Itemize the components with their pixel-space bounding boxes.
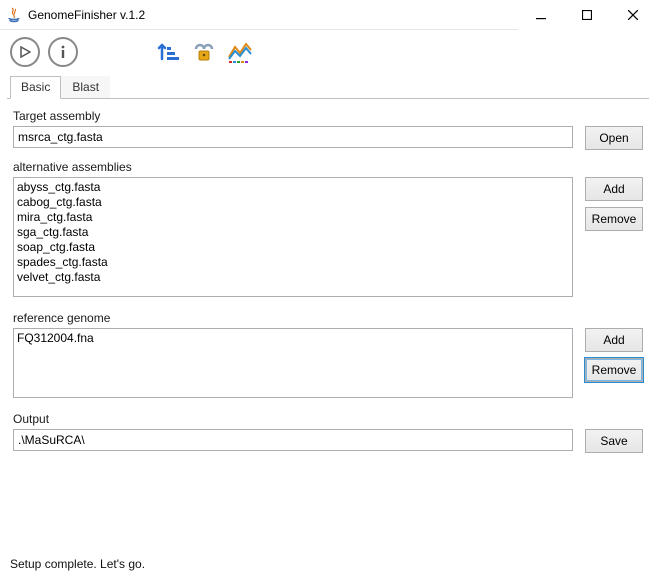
chart-button[interactable]	[226, 38, 254, 66]
section-target: Target assembly Open	[13, 109, 643, 150]
label-target: Target assembly	[13, 109, 643, 123]
section-output: Output Save	[13, 412, 643, 453]
java-app-icon	[6, 7, 22, 23]
label-alt: alternative assemblies	[13, 160, 643, 174]
alt-remove-button[interactable]: Remove	[585, 207, 643, 231]
label-output: Output	[13, 412, 643, 426]
list-item[interactable]: sga_ctg.fasta	[17, 225, 569, 240]
info-icon	[57, 44, 69, 60]
section-alt: alternative assemblies abyss_ctg.fastaca…	[13, 160, 643, 297]
tab-bar: Basic Blast	[0, 74, 656, 98]
line-chart-icon	[227, 39, 253, 65]
minimize-button[interactable]	[518, 0, 564, 30]
maximize-button[interactable]	[564, 0, 610, 30]
tab-basic[interactable]: Basic	[10, 76, 61, 99]
list-item[interactable]: FQ312004.fna	[17, 331, 569, 346]
list-item[interactable]: velvet_ctg.fasta	[17, 270, 569, 285]
titlebar: GenomeFinisher v.1.2	[0, 0, 656, 30]
lock-link-button[interactable]	[190, 38, 218, 66]
open-button[interactable]: Open	[585, 126, 643, 150]
play-icon	[19, 46, 31, 58]
panel-basic: Target assembly Open alternative assembl…	[7, 98, 649, 459]
list-item[interactable]: mira_ctg.fasta	[17, 210, 569, 225]
label-ref: reference genome	[13, 311, 643, 325]
alt-listbox[interactable]: abyss_ctg.fastacabog_ctg.fastamira_ctg.f…	[13, 177, 573, 297]
section-ref: reference genome FQ312004.fna Add Remove	[13, 311, 643, 398]
ref-add-button[interactable]: Add	[585, 328, 643, 352]
bars-up-icon	[155, 39, 181, 65]
close-button[interactable]	[610, 0, 656, 30]
list-item[interactable]: abyss_ctg.fasta	[17, 180, 569, 195]
tab-blast[interactable]: Blast	[61, 76, 110, 98]
alt-add-button[interactable]: Add	[585, 177, 643, 201]
list-item[interactable]: cabog_ctg.fasta	[17, 195, 569, 210]
ref-listbox[interactable]: FQ312004.fna	[13, 328, 573, 398]
sort-button[interactable]	[154, 38, 182, 66]
lock-link-icon	[191, 39, 217, 65]
save-button[interactable]: Save	[585, 429, 643, 453]
ref-remove-button[interactable]: Remove	[585, 358, 643, 382]
target-input[interactable]	[13, 126, 573, 148]
list-item[interactable]: soap_ctg.fasta	[17, 240, 569, 255]
output-input[interactable]	[13, 429, 573, 451]
info-button[interactable]	[48, 37, 78, 67]
list-item[interactable]: spades_ctg.fasta	[17, 255, 569, 270]
status-text: Setup complete. Let's go.	[10, 557, 145, 571]
run-button[interactable]	[10, 37, 40, 67]
window-title: GenomeFinisher v.1.2	[28, 8, 145, 22]
toolbar	[0, 30, 656, 74]
